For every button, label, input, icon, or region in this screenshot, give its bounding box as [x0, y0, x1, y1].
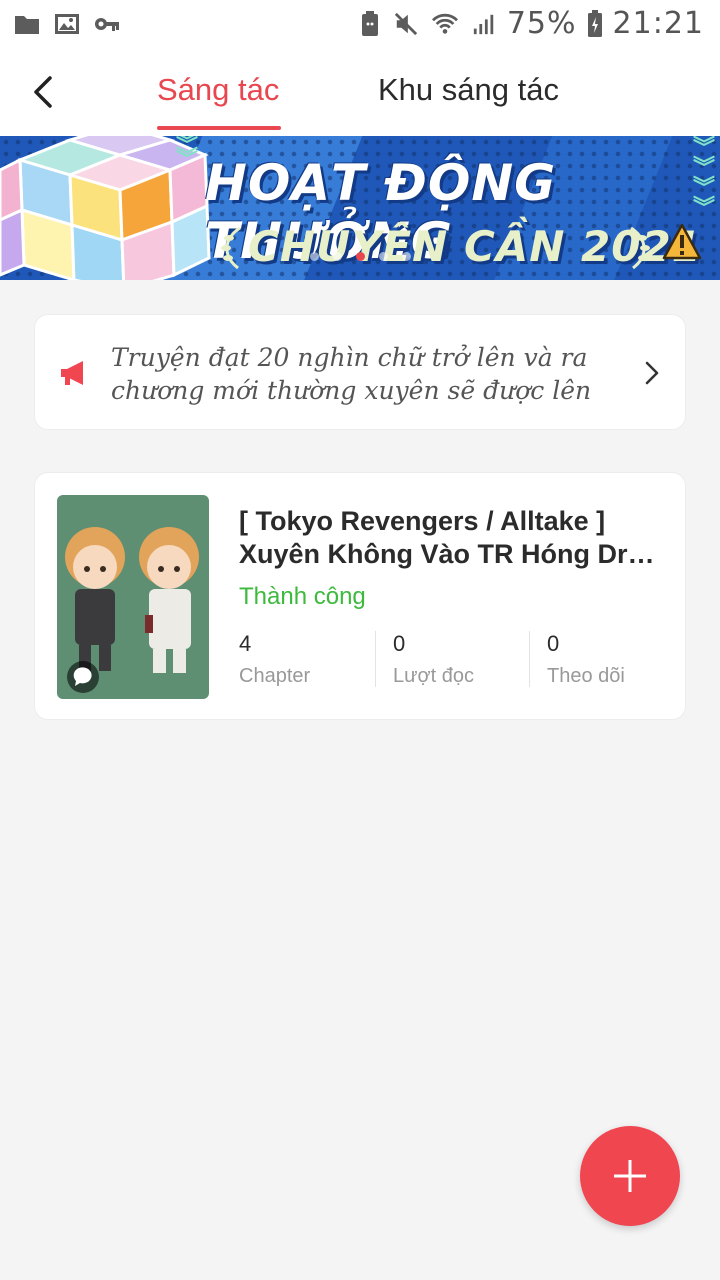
stat-followers: 0 Theo dõi [547, 631, 625, 687]
stat-reads: 0 Lượt đọc [393, 631, 474, 687]
status-left-icons [14, 12, 120, 36]
stat-label: Lượt đọc [393, 665, 474, 687]
notice-card[interactable]: Truyện đạt 20 nghìn chữ trở lên và ra ch… [34, 314, 686, 430]
laurel-right-icon [630, 226, 650, 270]
warning-icon [662, 223, 702, 260]
chevron-right-icon [645, 361, 659, 385]
promo-banner[interactable]: ︾ ︾ ︾ ︾ ︾ ︾ HOẠT ĐỘNG THƯỞNG CHUYÊN CẦN 2021 [0, 136, 720, 280]
banner-pager [310, 252, 411, 261]
stat-value: 4 [239, 631, 252, 656]
folder-icon [15, 16, 39, 34]
wifi-icon [431, 13, 458, 34]
stat-value: 0 [393, 631, 406, 656]
story-stats: 4 Chapter 0 Lượt đọc 0 Theo dõi [239, 631, 669, 687]
story-cover [57, 495, 209, 699]
battery-percent: 75% [506, 6, 577, 41]
status-bar: 75% 21:21 [0, 0, 720, 48]
divider [375, 631, 376, 687]
story-title: [ Tokyo Revengers / Alltake ] Xuyên Khôn… [239, 505, 659, 571]
banner-chevrons-left: ︾ ︾ [176, 136, 199, 171]
pager-dot [310, 252, 319, 261]
add-story-button[interactable] [580, 1126, 680, 1226]
app-header: Sáng tác Khu sáng tác [0, 48, 720, 136]
back-arrow-icon[interactable] [22, 70, 66, 114]
cover-illustration [57, 495, 209, 699]
divider [529, 631, 530, 687]
story-title-line1: [ Tokyo Revengers / Alltake ] [239, 506, 606, 536]
battery-icon [587, 9, 602, 37]
story-title-line2: Xuyên Không Vào TR Hóng Dra... [239, 539, 659, 569]
stat-value: 0 [547, 631, 560, 656]
image-icon [55, 14, 79, 34]
pager-dot [402, 252, 411, 261]
mute-icon [394, 12, 417, 35]
stat-chapters: 4 Chapter [239, 631, 310, 687]
pager-dot [379, 252, 388, 261]
megaphone-icon [61, 361, 83, 385]
status-right-icons: 75% 21:21 [357, 6, 704, 41]
laurel-left-icon [221, 226, 241, 270]
notice-text: Truyện đạt 20 nghìn chữ trở lên và ra ch… [111, 343, 592, 405]
active-tab-indicator [157, 126, 281, 130]
plus-icon [614, 1160, 646, 1192]
story-card[interactable]: [ Tokyo Revengers / Alltake ] Xuyên Khôn… [34, 472, 686, 720]
clock: 21:21 [612, 6, 704, 41]
stat-label: Chapter [239, 665, 311, 687]
signal-icon [473, 14, 494, 34]
android-icon [361, 10, 378, 36]
stat-label: Theo dõi [547, 665, 625, 687]
status-badge: Thành công [239, 583, 366, 610]
pager-dot [333, 252, 342, 261]
pager-dot-active [356, 252, 365, 261]
key-icon [95, 18, 119, 31]
tab-sang-tac[interactable]: Sáng tác [157, 72, 279, 108]
tab-khu-sang-tac[interactable]: Khu sáng tác [378, 72, 559, 108]
